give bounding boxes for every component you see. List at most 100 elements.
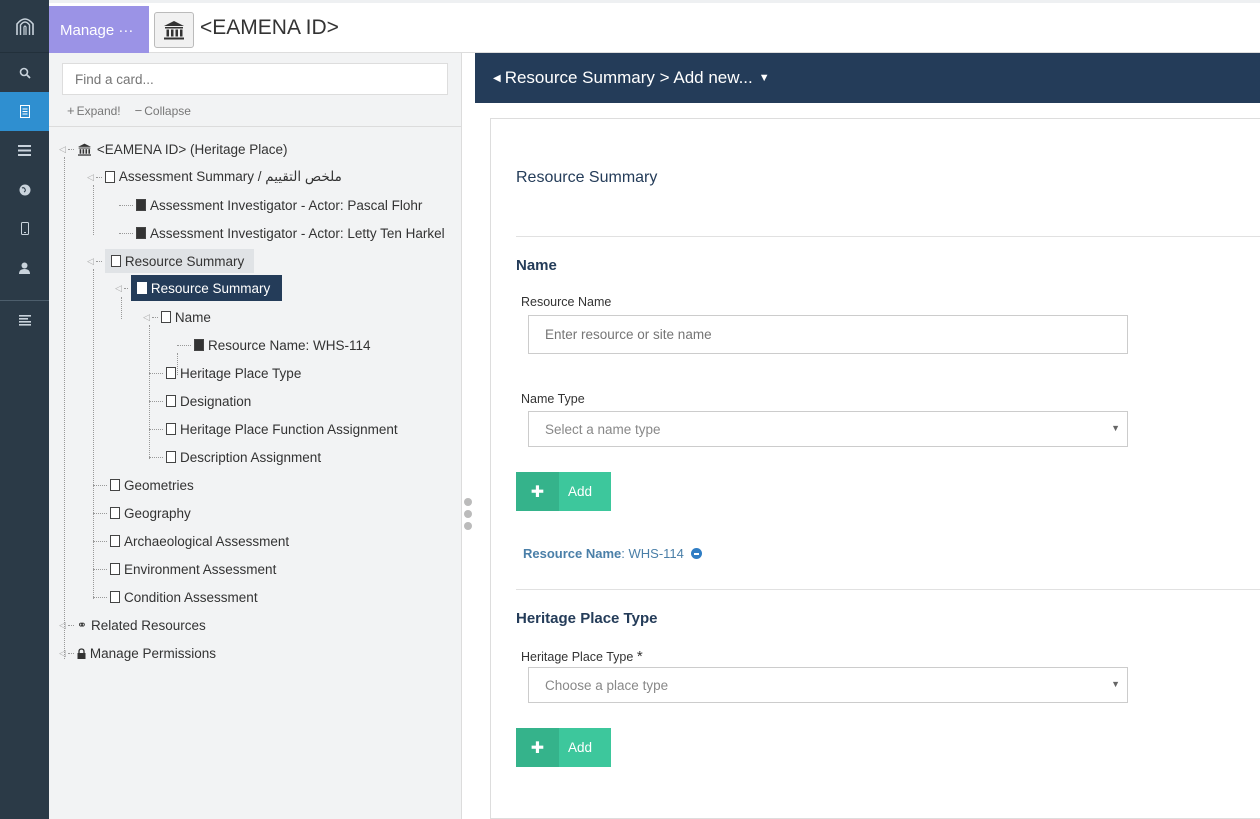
file-icon: [110, 563, 120, 575]
mobile-icon[interactable]: [0, 209, 49, 248]
tree-node-highlight: Resource Summary: [104, 249, 255, 273]
toggle-caret-icon[interactable]: ◁: [59, 648, 66, 659]
tree-node-root[interactable]: ◁ <EAMENA ID> (Heritage Place): [59, 137, 288, 161]
tree-node-label: Name: [174, 309, 211, 325]
dropdown-caret-icon[interactable]: ▼: [759, 72, 770, 84]
tree-node-heritage-place-type[interactable]: Heritage Place Type: [149, 361, 301, 385]
tree-node-label: Resource Summary: [124, 253, 245, 269]
add-label: Add: [568, 740, 593, 755]
tree-divider: [49, 126, 462, 127]
back-caret-icon[interactable]: ◀: [493, 73, 501, 84]
panel-resize-handle[interactable]: [463, 498, 473, 530]
divider: [516, 236, 1260, 237]
tree-connector: [64, 157, 65, 659]
minus-icon: −: [134, 103, 143, 118]
manage-button[interactable]: Manage ···: [49, 6, 149, 55]
tree-node-resource-summary-group[interactable]: ◁ Resource Summary: [87, 249, 255, 273]
tree-node-assessment-investigator[interactable]: Assessment Investigator - Actor: Pascal …: [119, 193, 422, 217]
toggle-caret-icon[interactable]: ◁: [143, 312, 150, 323]
tree-node-resource-summary-selected[interactable]: ◁ Resource Summary: [115, 275, 283, 301]
layers-icon[interactable]: [0, 131, 49, 170]
plus-icon: ✚: [516, 728, 559, 767]
add-heritage-place-type-button[interactable]: ✚ Add: [516, 728, 611, 767]
heritage-place-icon: [77, 143, 91, 156]
resource-title: <EAMENA ID>: [200, 16, 339, 39]
heritage-place-type-select[interactable]: Choose a place type ▼: [528, 667, 1128, 703]
heritage-place-type-section-title: Heritage Place Type: [516, 610, 658, 627]
name-type-placeholder: Select a name type: [545, 421, 661, 437]
toggle-caret-icon[interactable]: ◁: [59, 620, 66, 631]
file-icon: [136, 199, 146, 211]
saved-resource-name: Resource Name: WHS-114: [523, 546, 702, 561]
file-icon: [166, 451, 176, 463]
find-card-search[interactable]: [62, 63, 448, 95]
tree-node-geography[interactable]: Geography: [93, 501, 191, 525]
add-label: Add: [568, 484, 593, 499]
divider: [516, 589, 1260, 590]
card-header: ◀ Resource Summary > Add new... ▼: [475, 53, 1260, 103]
tree-node-assessment-summary[interactable]: ◁ Assessment Summary / ملخص التقييم: [87, 165, 342, 189]
tree-node-label: Condition Assessment: [124, 589, 258, 605]
tree-node-assessment-investigator[interactable]: Assessment Investigator - Actor: Letty T…: [119, 221, 445, 245]
tree-node-label: Assessment Summary / ملخص التقييم: [118, 169, 342, 184]
tree-node-label: Manage Permissions: [89, 645, 216, 661]
tree-node-description-assignment[interactable]: Description Assignment: [149, 445, 321, 469]
tree-node-related-resources[interactable]: ◁ ⚭ Related Resources: [59, 613, 206, 637]
toggle-caret-icon[interactable]: ◁: [59, 144, 66, 155]
toggle-caret-icon[interactable]: ◁: [87, 256, 94, 267]
resource-name-field[interactable]: [528, 315, 1128, 354]
tree-node-designation[interactable]: Designation: [149, 389, 251, 413]
name-type-select[interactable]: Select a name type ▼: [528, 411, 1128, 447]
card-breadcrumb[interactable]: Resource Summary > Add new...: [505, 68, 753, 88]
name-section-title: Name: [516, 257, 557, 274]
add-name-button[interactable]: ✚ Add: [516, 472, 611, 511]
file-icon: [104, 171, 115, 183]
expand-collapse-row: + Expand! − Collapse: [67, 103, 191, 118]
tree-node-condition-assessment[interactable]: Condition Assessment: [93, 585, 258, 609]
tree-node-label: Designation: [180, 393, 252, 409]
top-bar: Manage ··· <EAMENA ID>: [49, 0, 1260, 55]
remove-icon[interactable]: [690, 548, 702, 559]
find-card-input[interactable]: [63, 64, 447, 94]
tree-node-label: Related Resources: [90, 617, 206, 633]
lock-icon: [77, 647, 86, 659]
file-icon: [166, 367, 176, 379]
card-tree-panel: +Expand! −Collapse ◁ <EAMENA ID> (Herita…: [49, 53, 462, 819]
file-icon: [136, 282, 147, 294]
tree-node-resource-name-value[interactable]: Resource Name: WHS-114: [177, 333, 371, 357]
plus-icon: +: [67, 103, 75, 118]
tree-connector: [121, 297, 122, 319]
menu-lines-icon[interactable]: [0, 301, 49, 340]
file-icon: [166, 423, 176, 435]
link-icon: ⚭: [76, 618, 87, 632]
toggle-caret-icon[interactable]: ◁: [115, 283, 122, 294]
file-icon: [110, 479, 120, 491]
tree-node-label: Geometries: [124, 477, 194, 493]
tree-node-label: Description Assignment: [180, 449, 322, 465]
arches-logo-icon[interactable]: [0, 0, 49, 53]
tree-node-label: Heritage Place Type: [180, 365, 302, 381]
collapse-button[interactable]: − Collapse: [135, 103, 191, 118]
resource-name-input[interactable]: [529, 316, 1127, 353]
tree-connector: [93, 185, 94, 235]
globe-icon[interactable]: [0, 170, 49, 209]
chevron-down-icon: ▼: [1111, 679, 1120, 689]
heritage-place-type-label: Heritage Place Type *: [521, 648, 643, 665]
toggle-caret-icon[interactable]: ◁: [87, 172, 94, 183]
tree-node-label: Assessment Investigator - Actor: Pascal …: [150, 197, 423, 213]
resource-editor-icon[interactable]: [0, 92, 49, 131]
tree-node-label: Environment Assessment: [124, 561, 277, 577]
user-icon[interactable]: [0, 248, 49, 287]
search-icon[interactable]: [0, 53, 49, 92]
tree-node-geometries[interactable]: Geometries: [93, 473, 194, 497]
tree-node-archaeological-assessment[interactable]: Archaeological Assessment: [93, 529, 289, 553]
tree-node-environment-assessment[interactable]: Environment Assessment: [93, 557, 276, 581]
tree-node-manage-permissions[interactable]: ◁ Manage Permissions: [59, 641, 216, 665]
tree-node-label: Resource Summary: [150, 280, 271, 296]
expand-button[interactable]: + Expand!: [67, 103, 121, 118]
tree-node-function-assignment[interactable]: Heritage Place Function Assignment: [149, 417, 398, 441]
file-icon: [166, 395, 176, 407]
tree-node-label: <EAMENA ID> (Heritage Place): [96, 141, 288, 157]
tree-node-name[interactable]: ◁ Name: [143, 305, 211, 329]
tree-node-label: Assessment Investigator - Actor: Letty T…: [150, 225, 445, 241]
